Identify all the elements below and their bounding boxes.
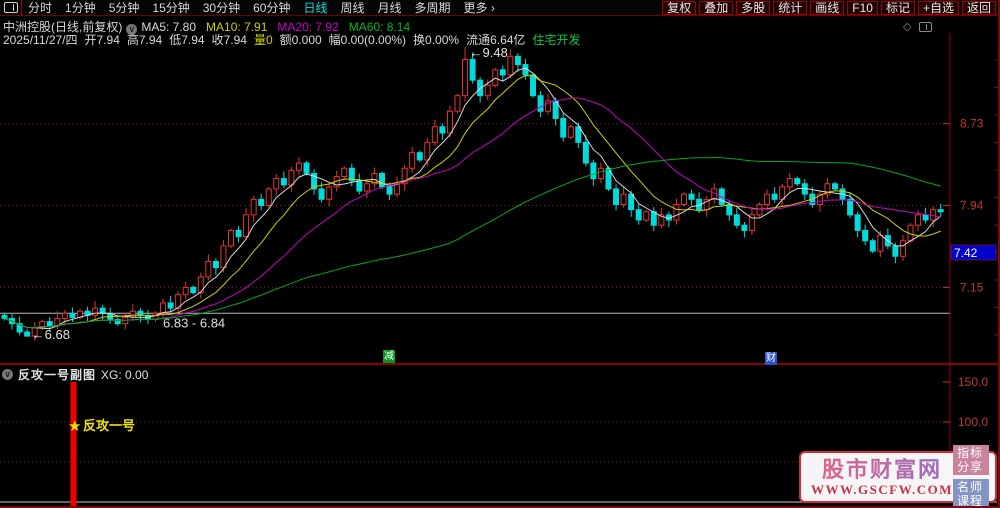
last-price-label: 7.42 [954,246,978,260]
price-axis-label: 8.73 [960,117,984,131]
subchart-value: XG: 0.00 [101,367,149,382]
subchart-axis-label: 100.0 [958,415,988,429]
watermark-panel: 股市财富网 WWW.GSCFW.COM 指标分享名师课程 [799,445,997,506]
tdx-window: 分时 1分钟 5分钟 15分钟 30分钟 60分钟 日线 周线 月线 多周期 更多 › 复权 叠加 多股… [0,0,1000,508]
signal-star-icon: ★ [68,418,81,435]
subchart-header: ∨ 反攻一号副图 XG: 0.00 [2,366,148,383]
chart-canvas[interactable]: 8.737.947.156.83 - 6.84←9.48←6.687.42150… [0,0,1000,508]
signal-label: 反攻一号 [83,418,135,433]
ma-line-60 [4,156,941,329]
signal-bar[interactable] [70,382,77,506]
event-badge-reduce[interactable]: 减 [383,350,395,363]
high-annotation: ←9.48 [470,45,508,60]
low-annotation: ←6.68 [32,327,70,342]
watermark-title: 股市财富网 [822,456,943,482]
ma-line-20 [4,97,941,329]
subchart-axis-label: 150.0 [958,375,988,389]
watermark-url: WWW.GSCFW.COM [811,481,954,497]
watermark-badges: 指标分享 名师课程 [953,445,989,506]
price-axis-label: 7.94 [960,199,984,213]
subchart-title[interactable]: 反攻一号副图 [18,366,96,383]
ma-line-5 [4,67,942,330]
watermark-badge-1: 名师课程 [953,479,989,506]
ma-line-10 [4,75,941,329]
event-badge-finance[interactable]: 财 [765,352,777,365]
price-axis-label: 7.15 [960,280,984,294]
watermark-text: 股市财富网 WWW.GSCFW.COM [811,456,954,497]
watermark-badge-0: 指标分享 [953,445,989,475]
chevron-down-icon[interactable]: ∨ [2,369,13,380]
